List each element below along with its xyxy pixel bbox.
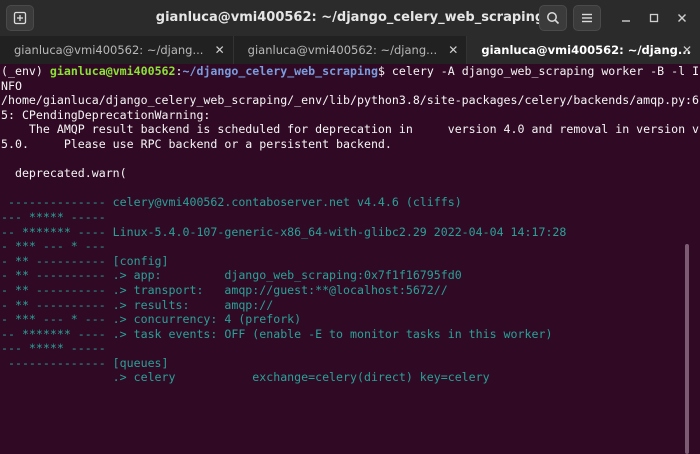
terminal-line: - *** --- * --- .> concurrency: 4 (prefo… [1,312,302,327]
terminal-line: - ** ---------- .> transport: amqp://gue… [1,282,448,297]
tab-label: gianluca@vmi400562: ~/djang... [481,43,691,57]
terminal-output[interactable]: (_env) gianluca@vmi400562:~/django_celer… [0,64,700,454]
terminal-line: - *** --- * --- [1,239,106,254]
minimize-button[interactable] [617,9,635,27]
tab-label: gianluca@vmi400562: ~/djang... [14,43,204,57]
search-icon [547,12,560,25]
title-bar: gianluca@vmi400562: ~/django_celery_web_… [0,0,700,36]
prompt-userhost: gianluca@vmi400562 [49,64,176,78]
terminal-line: NFO [1,78,22,93]
prompt-path: ~/django_celery_web_scraping [182,64,378,78]
terminal-line: 5: CPendingDeprecationWarning: [1,107,211,122]
tab-bar: gianluca@vmi400562: ~/djang... ✕ gianluc… [0,36,700,64]
terminal-line: -------------- [queues] [1,355,169,370]
tab-close-icon[interactable]: ✕ [215,36,225,64]
maximize-icon [649,13,659,23]
terminal-line: --- ***** ----- [1,341,106,356]
search-button[interactable] [539,5,567,31]
tab-close-icon[interactable]: ✕ [448,36,458,64]
terminal-line: -------------- celery@vmi400562.contabos… [1,195,462,210]
prompt-colon: : [175,64,183,78]
close-icon [678,14,686,22]
terminal-line: - ** ---------- .> app: django_web_scrap… [1,268,462,283]
output-lines: NFO/home/gianluca/django_celery_web_scra… [1,78,700,385]
terminal-line: .> celery exchange=celery(direct) key=ce… [1,370,490,385]
terminal-line: - ** ---------- [config] [1,253,169,268]
prompt-command: celery -A django_web_scraping worker -B … [391,64,700,78]
prompt-env: (_env) [1,64,50,78]
terminal-line: The AMQP result backend is scheduled for… [1,122,700,137]
maximize-button[interactable] [645,9,663,27]
terminal-line: -- ******* ---- .> task events: OFF (ena… [1,326,553,341]
terminal-line: /home/gianluca/django_celery_web_scrapin… [1,93,700,108]
tab-terminal-3[interactable]: gianluca@vmi400562: ~/djang... ✕ [466,36,700,64]
menu-button[interactable] [573,5,601,31]
tab-close-icon[interactable]: ✕ [682,36,692,64]
tab-label: gianluca@vmi400562: ~/djang... [247,43,438,57]
terminal-line: 5.0. Please use RPC backend or a persist… [1,136,392,151]
close-button[interactable] [673,9,691,27]
scrollbar[interactable] [685,244,689,454]
terminal-line: - ** ---------- .> results: amqp:// [1,297,274,312]
terminal-line: --- ***** ----- [1,209,106,224]
hamburger-menu-icon [582,13,592,23]
minimize-icon [622,20,630,22]
terminal-line: -- ******* ---- Linux-5.4.0-107-generic-… [1,224,567,239]
prompt-line: (_env) gianluca@vmi400562:~/django_celer… [1,64,699,79]
prompt-dollar: $ [377,64,392,78]
tab-terminal-1[interactable]: gianluca@vmi400562: ~/djang... ✕ [0,36,233,64]
terminal-line: deprecated.warn( [1,166,127,181]
tab-terminal-2[interactable]: gianluca@vmi400562: ~/djang... ✕ [232,36,467,64]
